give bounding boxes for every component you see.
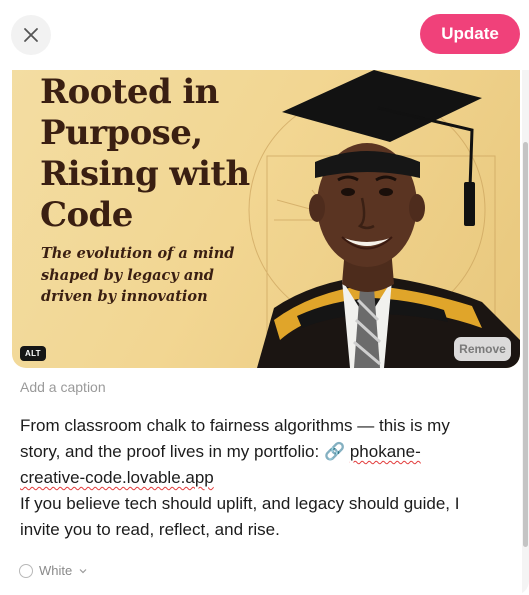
background-color-select[interactable]: White	[19, 563, 88, 578]
edit-post-modal: Update Rooted in Purpose, Rising with Co…	[0, 0, 529, 595]
link-icon: 🔗	[323, 442, 346, 461]
headline-line: Rooted in	[40, 72, 219, 112]
close-button[interactable]	[11, 15, 51, 55]
post-line: story, and the proof lives in my portfol…	[20, 439, 500, 465]
portfolio-link[interactable]: phokane-	[350, 442, 421, 461]
post-line: From classroom chalk to fairness algorit…	[20, 416, 450, 435]
alt-text-badge[interactable]: ALT	[20, 346, 46, 361]
attached-image: Rooted in Purpose, Rising with Code The …	[12, 70, 520, 368]
subheadline-line: The evolution of a mind	[41, 245, 235, 262]
background-select-label: White	[39, 563, 73, 578]
post-line: creative-code.lovable.app	[20, 465, 500, 491]
headline-line: Purpose,	[40, 113, 203, 153]
post-text-editor[interactable]: From classroom chalk to fairness algorit…	[20, 413, 500, 543]
post-line-text: story, and the proof lives in my portfol…	[20, 442, 324, 461]
subheadline-line: driven by innovation	[41, 288, 208, 305]
scrollbar-thumb[interactable]	[523, 142, 528, 547]
update-button[interactable]: Update	[420, 14, 520, 54]
caption-input[interactable]: Add a caption	[20, 379, 106, 395]
post-line: If you believe tech should uplift, and l…	[20, 494, 460, 513]
radio-circle-icon[interactable]	[19, 563, 33, 578]
chevron-down-icon	[79, 568, 87, 573]
headline-line: Code	[40, 195, 133, 235]
image-subheadline: The evolution of a mind shaped by legacy…	[41, 243, 271, 308]
portfolio-link-continued[interactable]: creative-code.lovable.app	[20, 468, 214, 487]
headline-line: Rising with	[40, 154, 250, 194]
post-line: invite you to read, reflect, and rise.	[20, 520, 280, 539]
image-headline: Rooted in Purpose, Rising with Code	[40, 72, 280, 236]
remove-image-button[interactable]: Remove	[454, 337, 511, 361]
close-icon	[24, 28, 38, 42]
subheadline-line: shaped by legacy and	[41, 266, 214, 284]
